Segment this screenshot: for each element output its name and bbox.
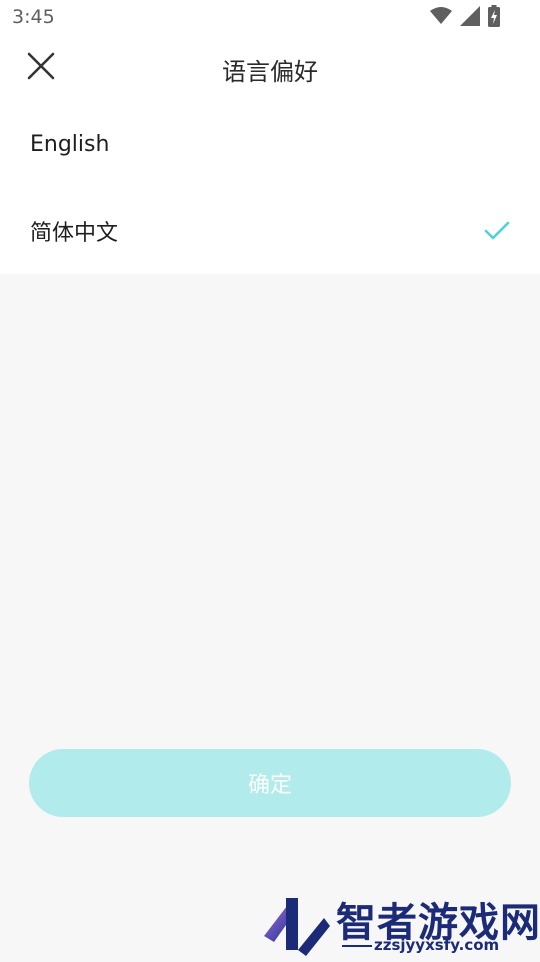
- watermark: 智者游戏网 zzsjyyxsfy.com: [258, 890, 540, 960]
- language-list: English 简体中文: [0, 100, 540, 274]
- wifi-icon: [430, 7, 452, 29]
- language-option-english[interactable]: English: [0, 100, 540, 188]
- checkmark-icon: [484, 221, 510, 241]
- watermark-domain: zzsjyyxsfy.com: [374, 936, 500, 954]
- language-label: 简体中文: [30, 221, 119, 246]
- status-time: 3:45: [12, 6, 55, 28]
- battery-charging-icon: [488, 5, 500, 31]
- watermark-divider: [342, 945, 372, 947]
- language-label: English: [30, 131, 110, 157]
- watermark-logo-icon: [260, 892, 332, 962]
- status-bar: 3:45: [0, 0, 540, 36]
- confirm-button-label: 确定: [247, 773, 292, 798]
- signal-icon: [460, 6, 480, 30]
- status-icons: [430, 5, 500, 31]
- language-option-simplified-chinese[interactable]: 简体中文: [0, 188, 540, 274]
- header: 语言偏好: [0, 36, 540, 100]
- page-title: 语言偏好: [222, 58, 318, 86]
- confirm-button[interactable]: 确定: [29, 749, 511, 817]
